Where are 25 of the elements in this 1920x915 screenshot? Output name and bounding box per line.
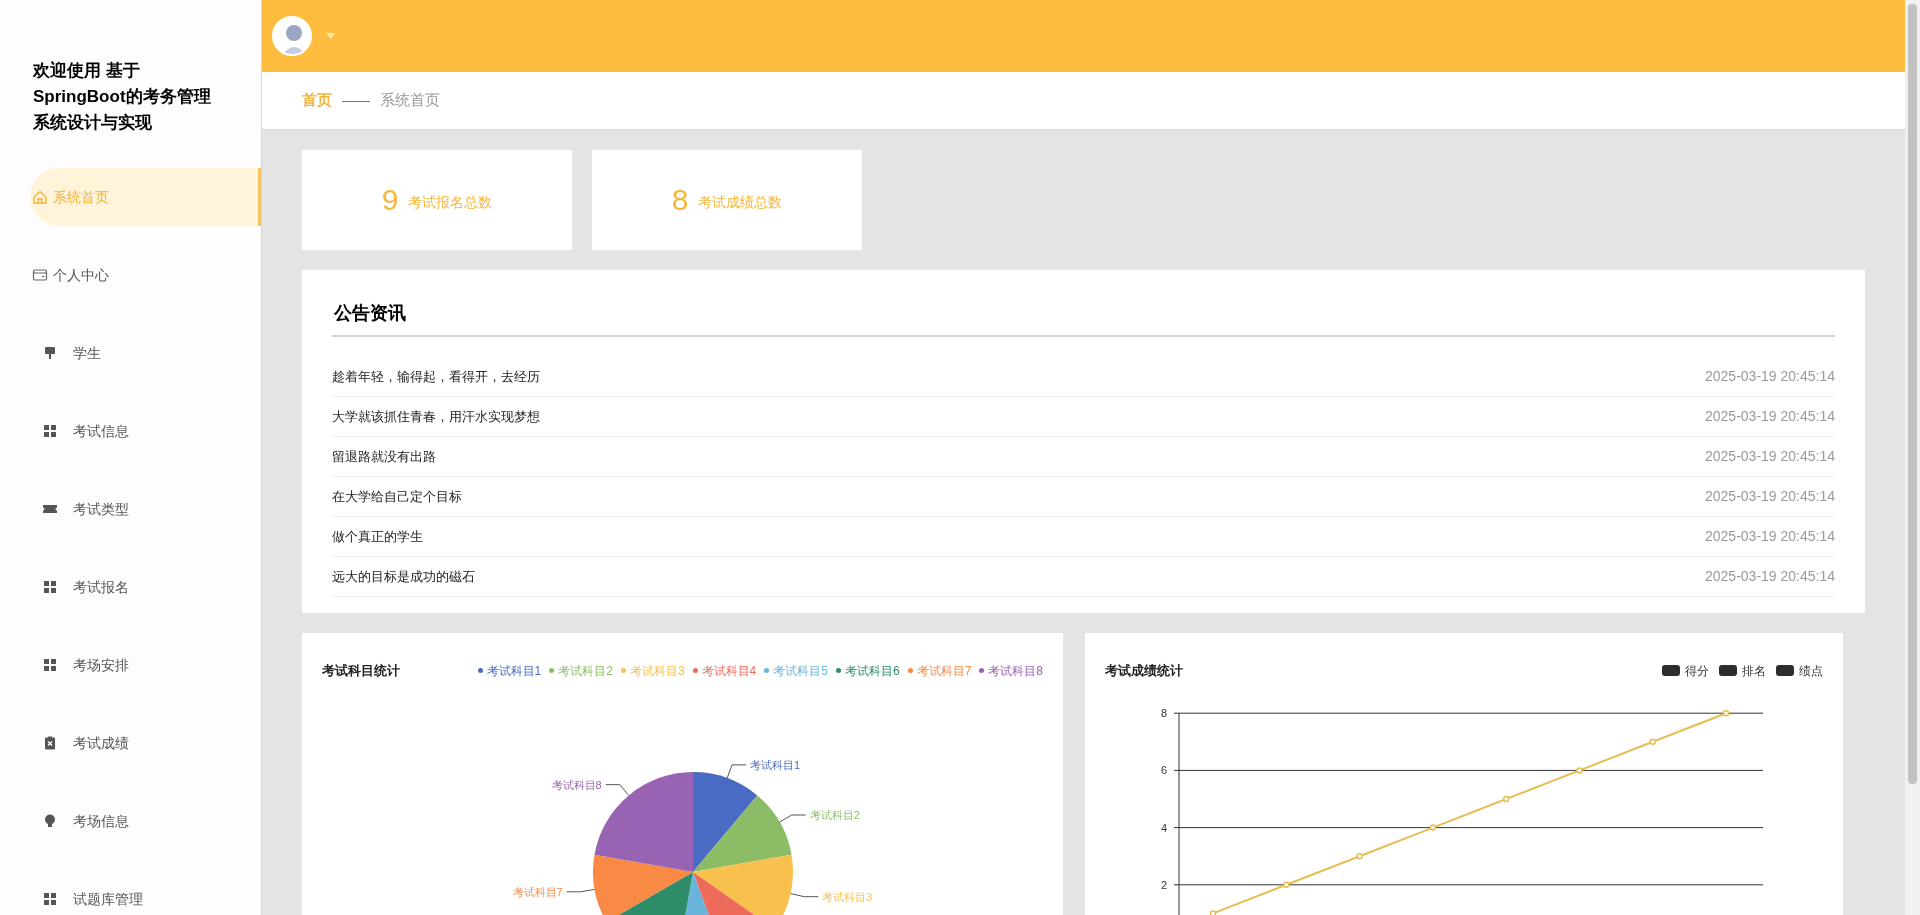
- app-title: 欢迎使用 基于SpringBoot的考务管理系统设计与实现: [31, 60, 212, 134]
- tick-label: 8: [1160, 707, 1167, 720]
- slice-label: 考试科目3: [822, 890, 873, 903]
- tick-label: 4: [1160, 821, 1167, 834]
- stat-label: 考试报名总数: [408, 192, 493, 212]
- tick-label: 2: [1160, 878, 1167, 891]
- slice-label: 考试科目8: [551, 778, 602, 791]
- chart-title: 考试成绩统计: [1105, 662, 1183, 680]
- notice-time: 2025-03-19 20:45:14: [1705, 487, 1835, 506]
- notice-time: 2025-03-19 20:45:14: [1705, 367, 1835, 386]
- stat-value: 8: [671, 185, 689, 215]
- stat-value: 9: [381, 185, 399, 215]
- stat-label: 考试成绩总数: [698, 192, 783, 212]
- tick-label: 6: [1160, 764, 1167, 777]
- breadcrumb-current: 系统首页: [380, 90, 440, 111]
- notice-time: 2025-03-19 20:45:14: [1705, 527, 1835, 546]
- notice-time: 2025-03-19 20:45:14: [1705, 567, 1835, 586]
- slice-label: 考试科目7: [512, 885, 563, 898]
- notice-time: 2025-03-19 20:45:14: [1705, 407, 1835, 426]
- slice-label: 考试科目1: [750, 758, 801, 771]
- notice-time: 2025-03-19 20:45:14: [1705, 447, 1835, 466]
- chart-title: 考试科目统计: [322, 662, 400, 680]
- section-title: 公告资讯: [332, 300, 1835, 337]
- slice-label: 考试科目2: [809, 809, 860, 821]
- breadcrumb-separator: ——: [342, 91, 370, 110]
